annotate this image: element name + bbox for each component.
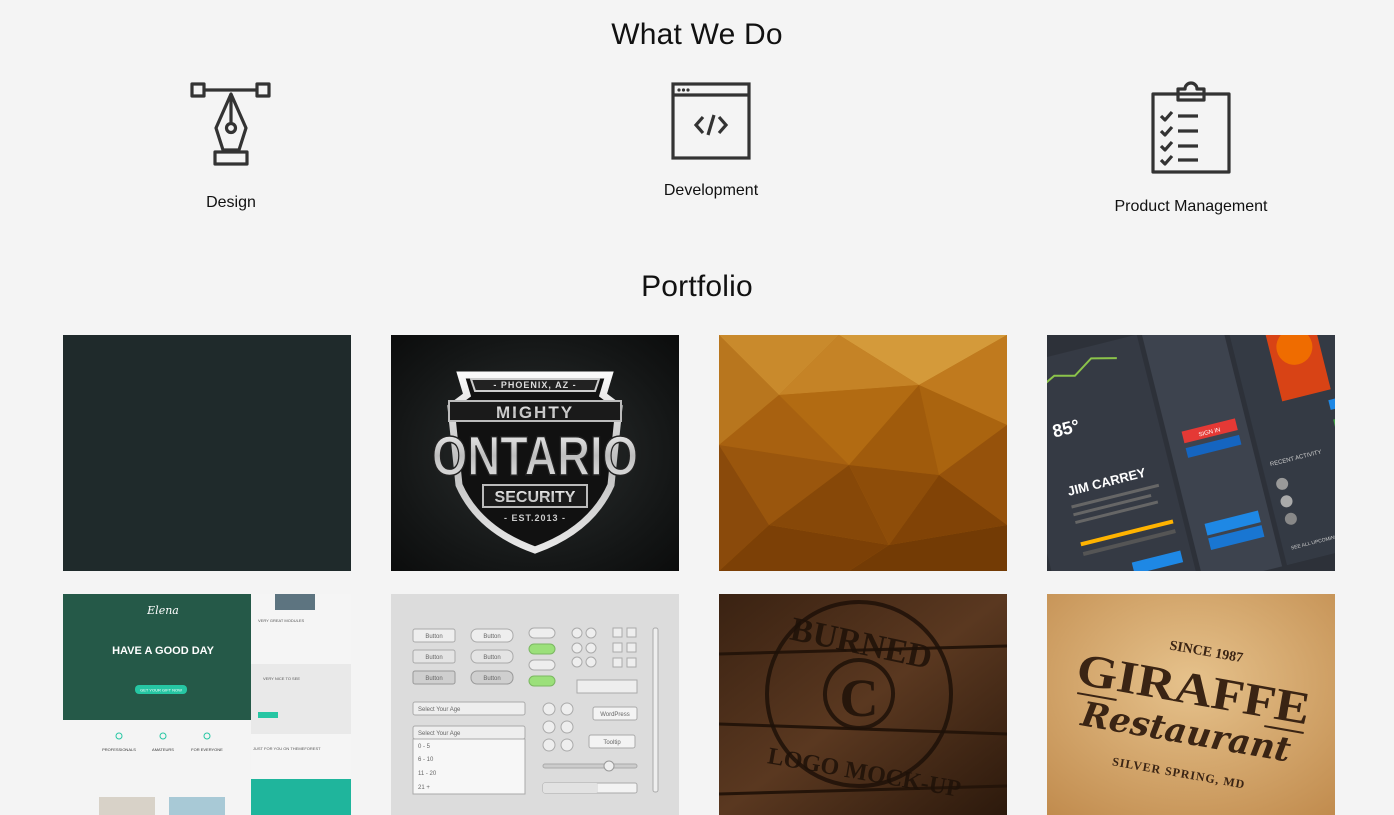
ui-kit-option-2-text: 6 - 10 bbox=[418, 757, 434, 763]
ui-kit-tooltip-text: Tooltip bbox=[603, 740, 621, 746]
ui-kit-button-2-text: Button bbox=[483, 634, 500, 640]
elena-brand-text: Elena bbox=[146, 604, 179, 617]
ui-kit-select-1-text: Select Your Age bbox=[418, 707, 461, 713]
portfolio-item-elena-email[interactable]: VERY GREAT MODULES VERY NICE TO SEE JUST… bbox=[63, 594, 351, 815]
ui-kit-image: Button Button Button Button Button Butto… bbox=[412, 627, 659, 795]
elena-col1-text: PROFESSIONALS bbox=[102, 747, 136, 752]
elena-col3-text: FOR EVERYONE bbox=[191, 747, 223, 752]
ontario-badge-image: - PHOENIX, AZ - MIGHTY ONTARIO SECURITY … bbox=[431, 371, 639, 554]
elena-side3-text: JUST FOR YOU ON THEMEFOREST bbox=[253, 746, 321, 751]
elena-side2-text: VERY NICE TO SEE bbox=[263, 676, 300, 681]
code-window-icon bbox=[671, 82, 751, 160]
ontario-name-text: ONTARIO bbox=[432, 424, 638, 487]
ui-kit-button-3-text: Button bbox=[425, 655, 442, 661]
pen-nib-icon bbox=[190, 82, 271, 166]
elena-col2-text: AMATEURS bbox=[152, 747, 174, 752]
portfolio-item-burned-logo[interactable]: BURNED C LOGO MOCK-UP bbox=[719, 594, 1007, 815]
ui-kit-option-4-text: 21 + bbox=[418, 785, 430, 791]
service-label-design: Design bbox=[206, 194, 256, 211]
portfolio-item-ui-kit[interactable]: Button Button Button Button Button Butto… bbox=[391, 594, 679, 815]
ui-kit-button-6-text: Button bbox=[483, 676, 500, 682]
service-label-product-management: Product Management bbox=[1114, 198, 1268, 215]
ontario-security-text: SECURITY bbox=[495, 489, 576, 506]
ontario-est-text: - EST.2013 - bbox=[504, 513, 566, 523]
ontario-top-text: - PHOENIX, AZ - bbox=[493, 380, 576, 390]
giraffe-logo-image: SINCE 1987 GIRAFFE Restaurant SILVER SPR… bbox=[1047, 594, 1335, 815]
ui-kit-option-1-text: 0 - 5 bbox=[418, 744, 431, 750]
what-we-do-title: What We Do bbox=[611, 18, 783, 51]
elena-email-template-image: VERY GREAT MODULES VERY NICE TO SEE JUST… bbox=[63, 594, 351, 815]
elena-side1-text: VERY GREAT MODULES bbox=[258, 618, 304, 623]
ui-kit-wordpress-text: WordPress bbox=[600, 712, 630, 718]
service-development: Development bbox=[611, 80, 811, 200]
burned-logo-image: BURNED C LOGO MOCK-UP bbox=[719, 594, 1007, 815]
service-design: Design bbox=[131, 78, 331, 212]
ui-kit-button-1-text: Button bbox=[425, 634, 442, 640]
ui-kit-select-2-text: Select Your Age bbox=[418, 731, 461, 737]
portfolio-title: Portfolio bbox=[641, 270, 753, 303]
service-product-management: Product Management bbox=[1071, 80, 1311, 216]
portfolio-item-dark[interactable] bbox=[63, 335, 351, 571]
portfolio-item-giraffe-logo[interactable]: SINCE 1987 GIRAFFE Restaurant SILVER SPR… bbox=[1047, 594, 1335, 815]
elena-headline-text: HAVE A GOOD DAY bbox=[112, 645, 215, 657]
low-poly-image bbox=[719, 335, 1007, 571]
ui-kit-button-4-text: Button bbox=[483, 655, 500, 661]
portfolio-item-ontario-logo[interactable]: - PHOENIX, AZ - MIGHTY ONTARIO SECURITY … bbox=[391, 335, 679, 571]
burned-letter-text: C bbox=[840, 668, 879, 728]
ui-kit-option-3-text: 11 - 20 bbox=[418, 771, 437, 777]
dashboard-ui-image: 85° JIM CARREY SIGN IN RECENT ACTIVITY S… bbox=[1047, 335, 1335, 571]
portfolio-item-dashboard-ui[interactable]: 85° JIM CARREY SIGN IN RECENT ACTIVITY S… bbox=[1047, 335, 1335, 571]
portfolio-item-low-poly[interactable] bbox=[719, 335, 1007, 571]
ui-kit-button-5-text: Button bbox=[425, 676, 442, 682]
ontario-mighty-text: MIGHTY bbox=[496, 403, 574, 422]
elena-cta-text: GET YOUR GIFT NOW bbox=[140, 688, 182, 693]
service-label-development: Development bbox=[663, 182, 759, 199]
clipboard-checklist-icon bbox=[1151, 81, 1231, 174]
